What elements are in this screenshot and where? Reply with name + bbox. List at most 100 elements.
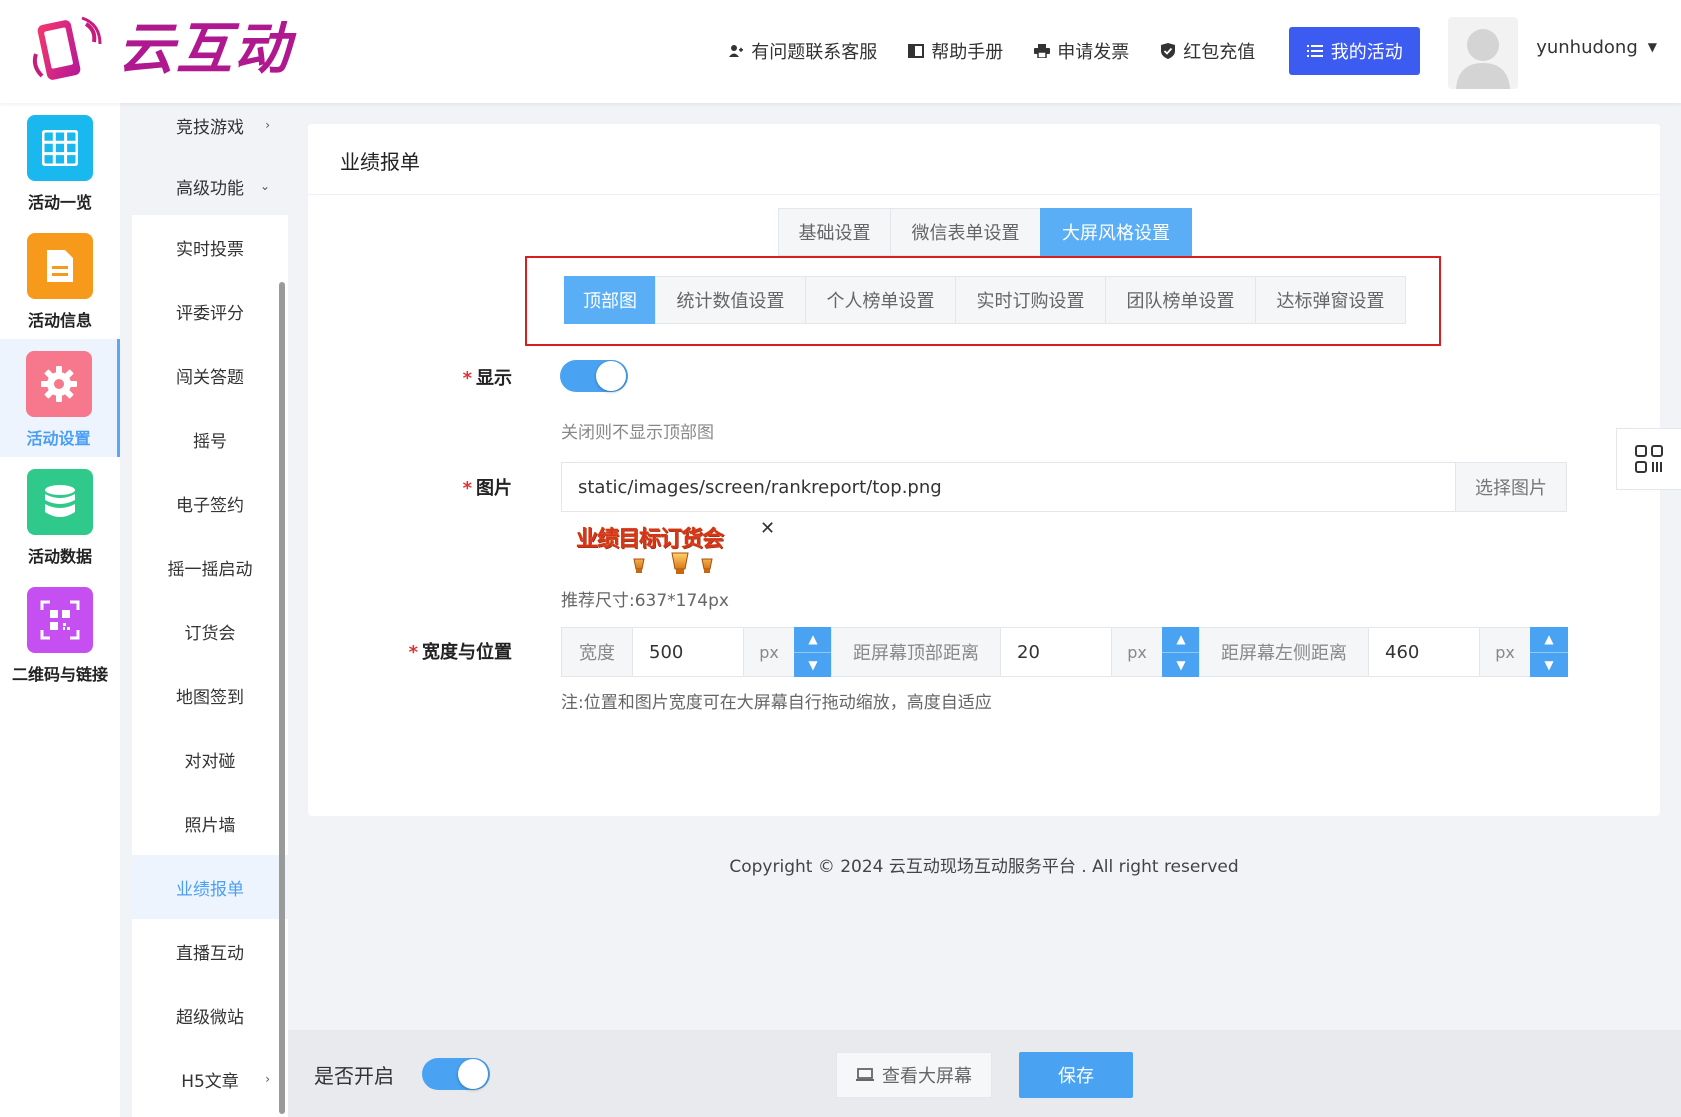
sidebar-item-activity-settings[interactable]: 活动设置 bbox=[0, 339, 120, 457]
brand-name: 云互动 bbox=[118, 17, 292, 82]
show-hint: 关闭则不显示顶部图 bbox=[561, 423, 714, 443]
left-distance-unit: px bbox=[1479, 627, 1531, 677]
remove-image-icon[interactable]: ✕ bbox=[760, 518, 775, 539]
chevron-up-icon[interactable]: ▲ bbox=[1162, 627, 1200, 653]
submenu-label: 摇号 bbox=[193, 431, 227, 452]
submenu-item[interactable]: 对对碰 bbox=[132, 727, 288, 791]
submenu-item[interactable]: 实时投票 bbox=[132, 215, 288, 279]
submenu-item[interactable]: 评委评分 bbox=[132, 279, 288, 343]
tab-basic-settings[interactable]: 基础设置 bbox=[778, 208, 891, 256]
enable-toggle[interactable] bbox=[422, 1058, 490, 1090]
username: yunhudong bbox=[1536, 36, 1638, 58]
submenu-list: 实时投票 评委评分 闯关答题 摇号 电子签约 摇一摇启动 订货会 地图签到 对对… bbox=[132, 215, 288, 1117]
divider bbox=[308, 194, 1660, 195]
submenu-label: 摇一摇启动 bbox=[167, 559, 253, 580]
chevron-down-icon[interactable]: ▼ bbox=[1530, 653, 1568, 678]
view-big-screen-button[interactable]: 查看大屏幕 bbox=[836, 1052, 992, 1098]
submenu-label: 直播互动 bbox=[176, 943, 244, 964]
book-icon bbox=[907, 42, 925, 60]
recharge-label: 红包充值 bbox=[1183, 42, 1256, 63]
width-unit: px bbox=[743, 627, 795, 677]
submenu-label: 照片墙 bbox=[184, 815, 236, 836]
avatar[interactable] bbox=[1448, 17, 1519, 89]
recommended-size: 推荐尺寸:637*174px bbox=[561, 591, 729, 611]
size-position-label: * 宽度与位置 bbox=[408, 642, 512, 663]
chevron-down-icon: ⌄ bbox=[259, 179, 270, 193]
choose-image-button[interactable]: 选择图片 bbox=[1455, 462, 1567, 512]
sidebar-item-activity-info[interactable]: 活动信息 bbox=[0, 221, 120, 339]
show-toggle[interactable] bbox=[560, 360, 628, 392]
chevron-up-icon[interactable]: ▲ bbox=[794, 627, 832, 653]
submenu-item[interactable]: 地图签到 bbox=[132, 663, 288, 727]
page-title: 业绩报单 bbox=[340, 150, 420, 174]
left-distance-input[interactable]: 460 bbox=[1368, 627, 1480, 677]
contact-support-link[interactable]: 有问题联系客服 bbox=[727, 38, 877, 64]
grid-icon bbox=[27, 115, 93, 181]
brand-logo[interactable]: 云互动 bbox=[28, 14, 292, 86]
submenu-label: 地图签到 bbox=[176, 687, 244, 708]
user-menu[interactable]: yunhudong ▼ bbox=[1536, 37, 1657, 58]
size-note: 注:位置和图片宽度可在大屏幕自行拖动缩放，高度自适应 bbox=[561, 693, 992, 713]
subtab-realtime-order[interactable]: 实时订购设置 bbox=[955, 276, 1106, 324]
submenu-item[interactable]: 订货会 bbox=[132, 599, 288, 663]
recharge-link[interactable]: 红包充值 bbox=[1159, 38, 1255, 64]
subtab-personal-rank[interactable]: 个人榜单设置 bbox=[805, 276, 956, 324]
submenu-item-active[interactable]: 业绩报单 bbox=[132, 855, 288, 919]
left-distance-addon: 距屏幕左侧距离 bbox=[1199, 627, 1369, 677]
submenu-item[interactable]: 闯关答题 bbox=[132, 343, 288, 407]
sidebar-item-qrcode[interactable]: 二维码与链接 bbox=[0, 575, 120, 693]
submenu-item[interactable]: 超级微站 bbox=[132, 983, 288, 1047]
settings-tabs: 基础设置 微信表单设置 大屏风格设置 bbox=[778, 208, 1192, 256]
width-input[interactable]: 500 bbox=[632, 627, 744, 677]
sidebar-label: 活动设置 bbox=[26, 429, 91, 448]
sidebar-item-activity-list[interactable]: 活动一览 bbox=[0, 103, 120, 221]
image-path-group: static/images/screen/rankreport/top.png … bbox=[561, 462, 1567, 512]
my-activity-button[interactable]: 我的活动 bbox=[1289, 27, 1421, 75]
left-distance-stepper[interactable]: ▲ ▼ bbox=[1530, 627, 1568, 677]
submenu-item[interactable]: 直播互动 bbox=[132, 919, 288, 983]
submenu-item[interactable]: H5文章 › bbox=[132, 1047, 288, 1111]
tab-wechat-form[interactable]: 微信表单设置 bbox=[890, 208, 1041, 256]
sidebar-item-activity-data[interactable]: 活动数据 bbox=[0, 457, 120, 575]
contact-support-label: 有问题联系客服 bbox=[751, 42, 878, 63]
submenu-item[interactable]: 照片墙 bbox=[132, 791, 288, 855]
monitor-icon bbox=[856, 1068, 874, 1082]
view-big-screen-label: 查看大屏幕 bbox=[882, 1066, 972, 1087]
top-distance-addon: 距屏幕顶部距离 bbox=[831, 627, 1001, 677]
top-distance-unit: px bbox=[1111, 627, 1163, 677]
submenu-group-advanced[interactable]: 高级功能 ⌄ bbox=[132, 154, 288, 218]
submenu-item[interactable]: 电子签约 bbox=[132, 471, 288, 535]
chevron-down-icon[interactable]: ▼ bbox=[794, 653, 832, 678]
settings-card: 业绩报单 基础设置 微信表单设置 大屏风格设置 顶部图 统计数值设置 个人榜单设… bbox=[308, 124, 1660, 816]
floating-qrcode-button[interactable] bbox=[1616, 428, 1681, 490]
preview-title: 业绩目标订货会 bbox=[576, 527, 724, 552]
image-path-input[interactable]: static/images/screen/rankreport/top.png bbox=[561, 462, 1456, 512]
tab-screen-style[interactable]: 大屏风格设置 bbox=[1040, 208, 1192, 256]
invoice-link[interactable]: 申请发票 bbox=[1033, 38, 1129, 64]
submenu-item[interactable]: 摇号 bbox=[132, 407, 288, 471]
submenu-item[interactable]: 摇一摇启动 bbox=[132, 535, 288, 599]
submenu-label: 电子签约 bbox=[176, 495, 244, 516]
submenu-label: 订货会 bbox=[184, 623, 236, 644]
help-manual-label: 帮助手册 bbox=[931, 42, 1004, 63]
enable-label: 是否开启 bbox=[314, 1064, 394, 1088]
submenu-label: 竞技游戏 bbox=[176, 117, 244, 138]
subtab-target-popup[interactable]: 达标弹窗设置 bbox=[1255, 276, 1406, 324]
secondary-sidebar: 竞技游戏 › 高级功能 ⌄ 实时投票 评委评分 闯关答题 摇号 电子签约 摇一摇… bbox=[132, 103, 288, 1117]
submenu-scrollbar[interactable] bbox=[279, 282, 285, 1114]
subtab-stats[interactable]: 统计数值设置 bbox=[655, 276, 806, 324]
subtab-team-rank[interactable]: 团队榜单设置 bbox=[1105, 276, 1256, 324]
bottom-action-bar: 是否开启 查看大屏幕 保存 bbox=[288, 1030, 1681, 1117]
top-distance-stepper[interactable]: ▲ ▼ bbox=[1162, 627, 1200, 677]
subtab-top-image[interactable]: 顶部图 bbox=[564, 276, 656, 324]
width-stepper[interactable]: ▲ ▼ bbox=[794, 627, 832, 677]
width-addon: 宽度 bbox=[561, 627, 633, 677]
chevron-up-icon[interactable]: ▲ bbox=[1530, 627, 1568, 653]
image-label: * 图片 bbox=[462, 478, 512, 499]
submenu-label: 超级微站 bbox=[176, 1007, 244, 1028]
help-manual-link[interactable]: 帮助手册 bbox=[907, 38, 1003, 64]
chevron-down-icon[interactable]: ▼ bbox=[1162, 653, 1200, 678]
save-button[interactable]: 保存 bbox=[1019, 1052, 1133, 1098]
top-distance-input[interactable]: 20 bbox=[1000, 627, 1112, 677]
submenu-label: 对对碰 bbox=[184, 751, 236, 772]
